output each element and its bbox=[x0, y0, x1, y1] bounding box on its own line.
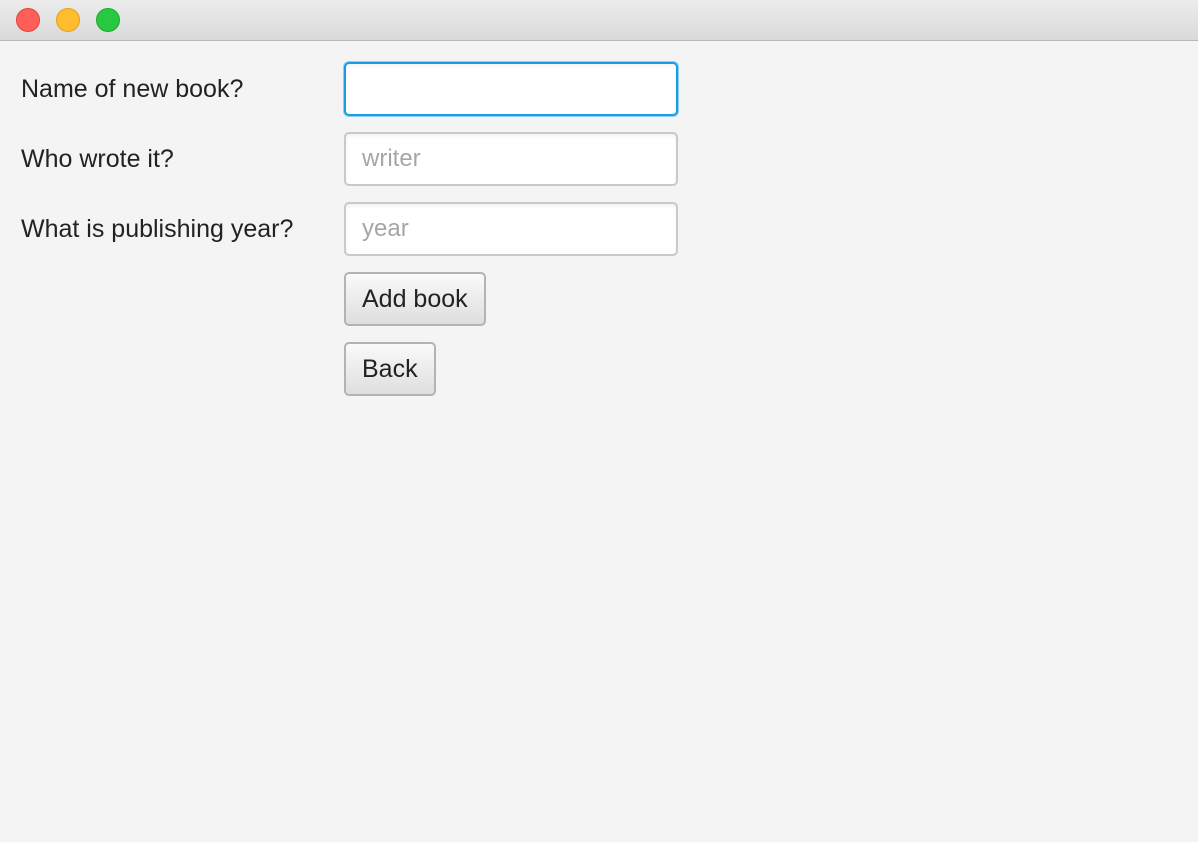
publishing-year-input[interactable] bbox=[344, 202, 678, 256]
zoom-window-icon[interactable] bbox=[96, 8, 120, 32]
book-name-input[interactable] bbox=[344, 62, 678, 116]
add-book-button[interactable]: Add book bbox=[344, 272, 486, 326]
window-titlebar bbox=[0, 0, 1198, 41]
writer-label: Who wrote it? bbox=[21, 145, 174, 173]
minimize-window-icon[interactable] bbox=[56, 8, 80, 32]
book-name-label: Name of new book? bbox=[21, 75, 244, 103]
back-button[interactable]: Back bbox=[344, 342, 436, 396]
publishing-year-label: What is publishing year? bbox=[21, 215, 294, 243]
close-window-icon[interactable] bbox=[16, 8, 40, 32]
writer-input[interactable] bbox=[344, 132, 678, 186]
